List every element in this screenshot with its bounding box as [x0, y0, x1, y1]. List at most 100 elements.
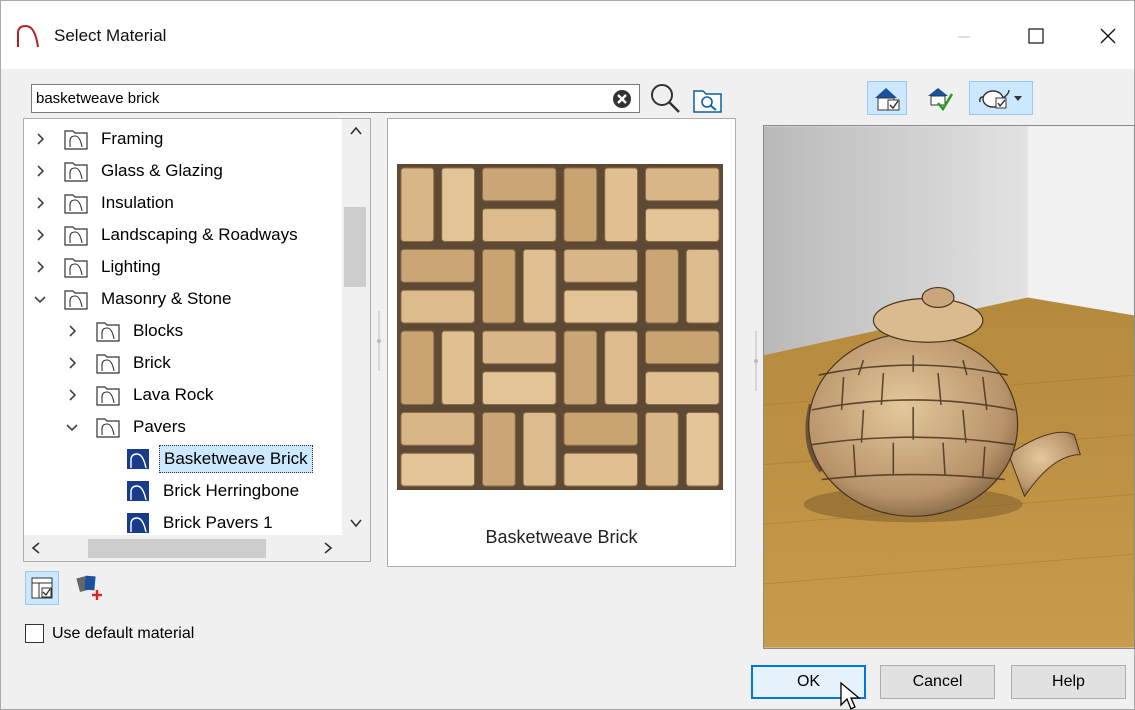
- splitter-handle[interactable]: [376, 311, 382, 371]
- brick: [563, 330, 598, 405]
- tree-folder-item[interactable]: Landscaping & Roadways: [32, 219, 302, 250]
- chevron-right-icon[interactable]: [64, 387, 80, 403]
- tree-item-label: Brick Herringbone: [163, 480, 300, 500]
- preview-material-name: Basketweave Brick: [485, 527, 638, 547]
- tree-item-label: Blocks: [133, 320, 184, 340]
- scroll-corner: [342, 535, 370, 561]
- chevron-right-icon[interactable]: [64, 355, 80, 371]
- cancel-button[interactable]: Cancel: [880, 665, 995, 699]
- tree-item-label: Lighting: [101, 256, 161, 276]
- chevron-right-icon[interactable]: [32, 227, 48, 243]
- chevron-right-icon[interactable]: [32, 195, 48, 211]
- tree-item-label: Masonry & Stone: [101, 288, 232, 308]
- minimize-icon: [958, 36, 970, 38]
- brick: [400, 167, 435, 242]
- search-input[interactable]: basketweave brick: [31, 84, 640, 113]
- close-icon: [1100, 28, 1116, 44]
- use-default-material-checkbox[interactable]: [25, 624, 44, 643]
- tree-item-label: Brick Pavers 1: [163, 512, 273, 532]
- vertical-scroll-thumb[interactable]: [344, 207, 366, 287]
- basketweave-brick-swatch: [397, 164, 723, 490]
- tree-item-label: Basketweave Brick: [159, 444, 313, 473]
- chevron-right-icon[interactable]: [32, 163, 48, 179]
- scroll-left-icon[interactable]: [24, 535, 48, 561]
- close-button[interactable]: [1085, 19, 1131, 53]
- room-render-icon: [875, 88, 900, 111]
- folder-icon: [64, 129, 88, 150]
- tree-folder-item[interactable]: Blocks: [64, 315, 187, 346]
- brick: [563, 412, 638, 446]
- brick: [482, 249, 516, 324]
- material-preview-panel: Basketweave Brick: [387, 118, 736, 567]
- tree-folder-item[interactable]: Masonry & Stone: [32, 283, 235, 314]
- tree-material-item[interactable]: Brick Herringbone: [126, 475, 303, 506]
- folder-icon: [96, 321, 120, 342]
- scroll-down-icon[interactable]: [342, 511, 370, 535]
- tree-material-item[interactable]: Brick Pavers 1: [126, 507, 277, 538]
- tree-item-label: Lava Rock: [133, 384, 214, 404]
- brick: [645, 208, 720, 242]
- brick: [400, 289, 475, 324]
- tree-folder-item[interactable]: Brick: [64, 347, 175, 378]
- app-arch-icon: [17, 24, 39, 48]
- teapot-preview-button[interactable]: [969, 81, 1033, 115]
- scroll-up-icon[interactable]: [342, 119, 370, 143]
- tree-item-label: Framing: [101, 128, 164, 148]
- tree-view-toggle-icon: [31, 577, 53, 599]
- material-icon: [127, 480, 149, 501]
- plan-check-button[interactable]: [919, 81, 959, 115]
- horizontal-scroll-thumb[interactable]: [88, 539, 266, 558]
- select-material-dialog: Select Material basketweave brick Framin…: [0, 0, 1135, 710]
- tree-folder-item[interactable]: Lava Rock: [64, 379, 217, 410]
- tree-folder-item[interactable]: Framing: [32, 123, 167, 154]
- brick: [400, 452, 475, 487]
- folder-icon: [64, 225, 88, 246]
- brick: [563, 452, 638, 487]
- minimize-button[interactable]: [941, 19, 987, 53]
- chevron-right-icon[interactable]: [64, 323, 80, 339]
- brick: [400, 249, 475, 283]
- tree-folder-item[interactable]: Insulation: [32, 187, 178, 218]
- use-default-material-option[interactable]: Use default material: [25, 624, 194, 643]
- maximize-button[interactable]: [1013, 19, 1059, 53]
- tree-item-label: Brick: [133, 352, 171, 372]
- brick: [482, 371, 557, 405]
- clear-search-icon[interactable]: [611, 88, 633, 110]
- brick: [400, 330, 435, 405]
- brick: [563, 167, 598, 242]
- material-tree[interactable]: Framing Glass & Glazing Insulation Landscap…: [23, 118, 371, 562]
- add-material-button[interactable]: [73, 571, 107, 605]
- brick: [563, 249, 638, 283]
- folder-search-icon[interactable]: [692, 85, 724, 115]
- chevron-right-icon[interactable]: [32, 259, 48, 275]
- chevron-down-icon[interactable]: [32, 291, 48, 307]
- chevron-right-icon[interactable]: [32, 131, 48, 147]
- tree-folder-item[interactable]: Lighting: [32, 251, 165, 282]
- folder-icon: [64, 289, 88, 310]
- brick: [563, 289, 638, 324]
- brick: [645, 412, 679, 487]
- tree-material-item[interactable]: Basketweave Brick: [126, 443, 313, 474]
- magnifier-icon[interactable]: [647, 81, 683, 115]
- tree-item-label: Glass & Glazing: [101, 160, 223, 180]
- vertical-scrollbar[interactable]: [342, 119, 370, 535]
- brick: [645, 371, 720, 405]
- brick: [482, 167, 557, 202]
- brick: [645, 249, 679, 324]
- scroll-right-icon[interactable]: [316, 535, 340, 561]
- help-button[interactable]: Help: [1011, 665, 1126, 699]
- folder-icon: [96, 385, 120, 406]
- tree-folder-item[interactable]: Pavers: [64, 411, 190, 442]
- room-render-button[interactable]: [867, 81, 907, 115]
- splitter-handle-right[interactable]: [753, 331, 759, 391]
- plan-material-check-icon: [928, 88, 954, 112]
- folder-icon: [96, 417, 120, 438]
- window-title: Select Material: [54, 26, 167, 45]
- chevron-down-icon[interactable]: [64, 419, 80, 435]
- tree-view-toggle-button[interactable]: [25, 571, 59, 605]
- chevron-down-icon: [1014, 96, 1022, 101]
- maximize-icon: [1028, 28, 1044, 44]
- tree-folder-item[interactable]: Glass & Glazing: [32, 155, 227, 186]
- teapot-3d-render: [763, 125, 1135, 649]
- folder-icon: [64, 161, 88, 182]
